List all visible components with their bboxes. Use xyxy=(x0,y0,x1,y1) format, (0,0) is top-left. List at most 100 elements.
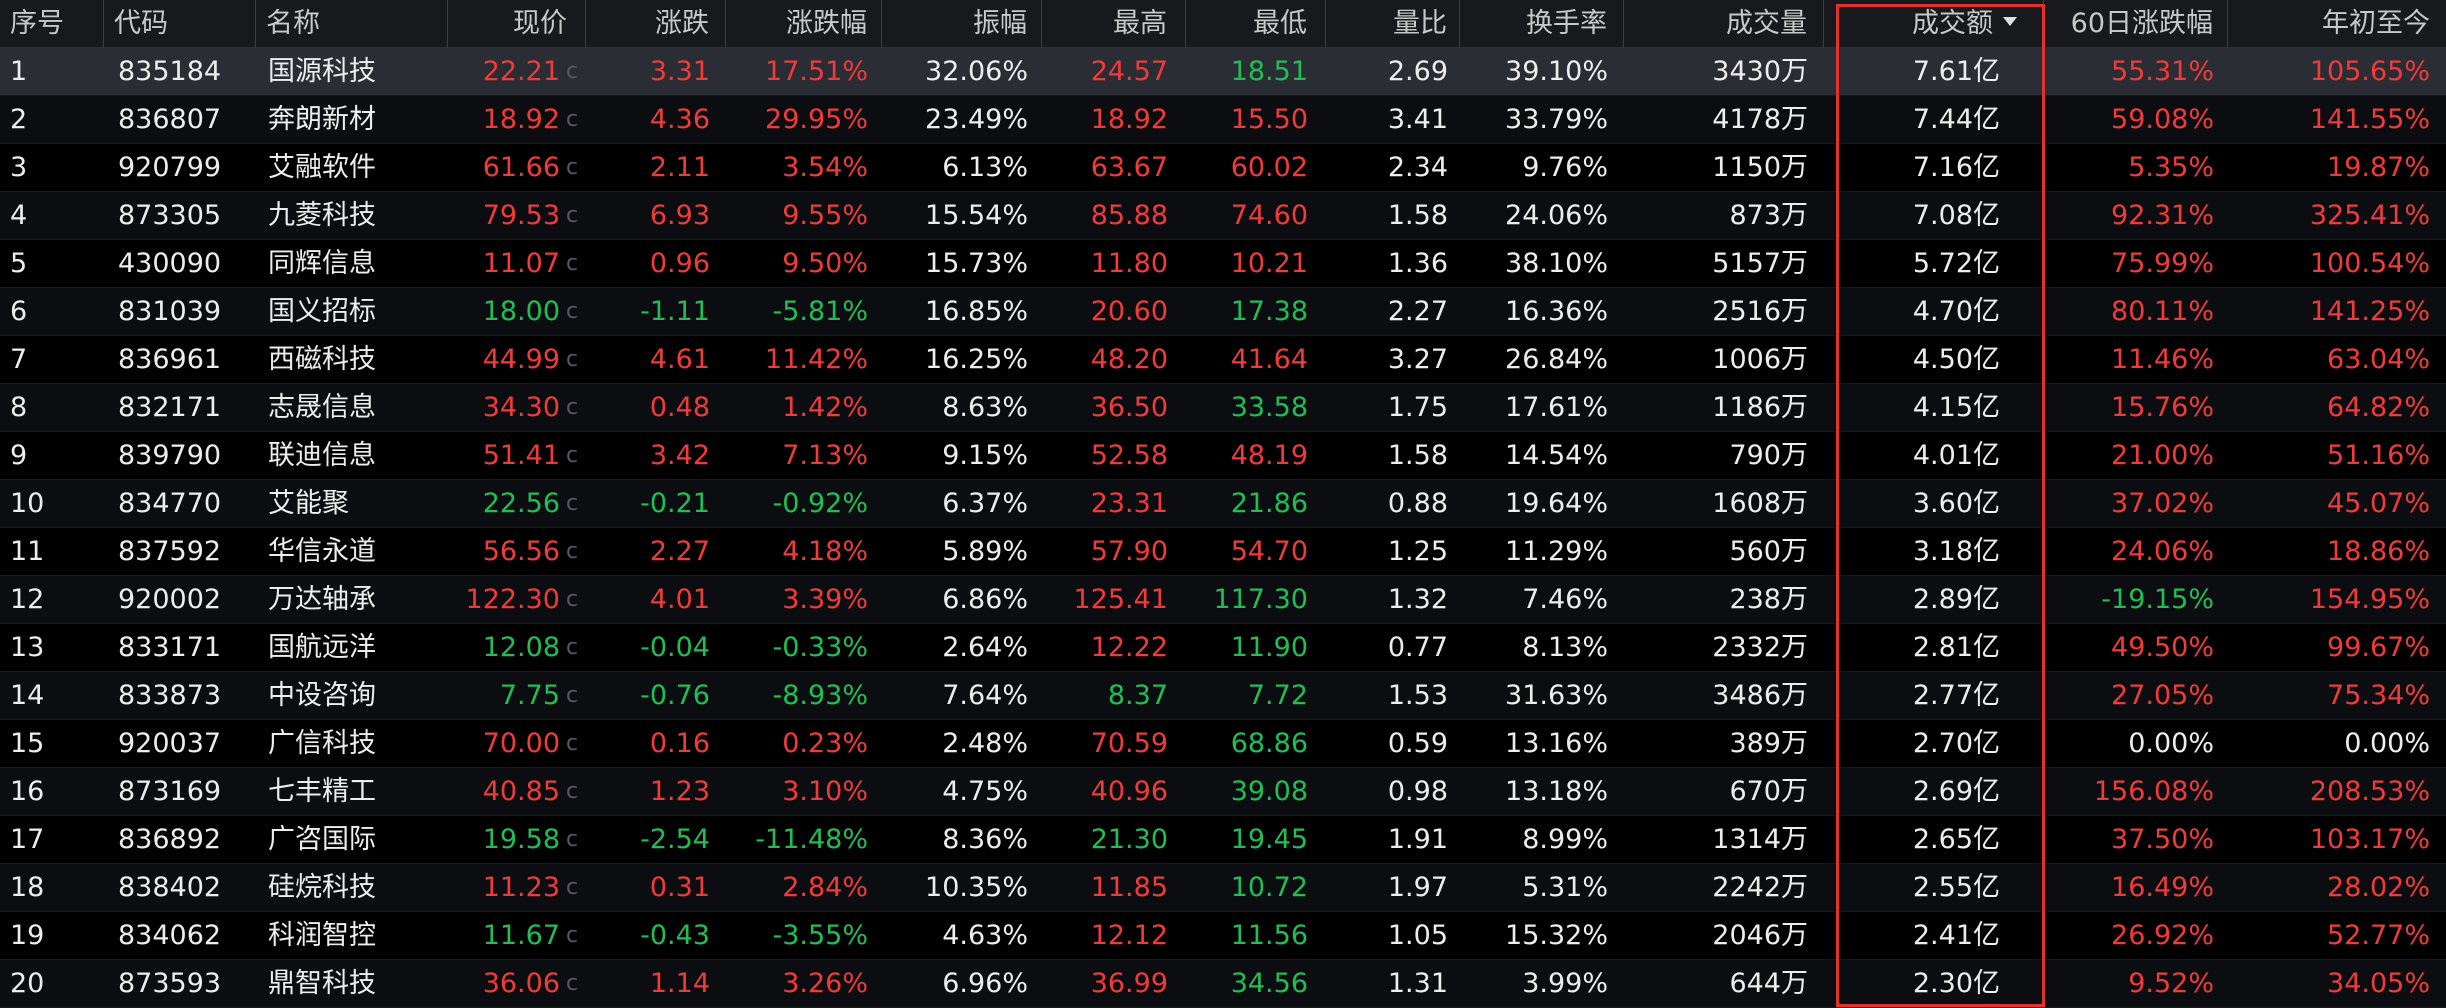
col-header-turnover-rate[interactable]: 换手率 xyxy=(1460,0,1624,48)
cell-volume: 1314万 xyxy=(1624,816,1824,864)
cell-name-value: 中设咨询 xyxy=(268,680,376,711)
col-header-name[interactable]: 名称 xyxy=(256,0,448,48)
cell-name: 联迪信息 xyxy=(256,432,448,480)
cell-ytd: 64.82% xyxy=(2228,384,2446,432)
price-c-marker: c xyxy=(566,875,579,900)
col-header-low[interactable]: 最低 xyxy=(1186,0,1326,48)
table-row[interactable]: 18 838402 硅烷科技 11.23 c 0.31 2.84% 10.35% 11.85 10… xyxy=(0,864,2446,912)
cell-amplitude: 2.48% xyxy=(882,720,1042,768)
cell-change: 1.14 xyxy=(586,960,726,1008)
table-row[interactable]: 17 836892 广咨国际 19.58 c -2.54 -11.48% 8.36% 21.30… xyxy=(0,816,2446,864)
cell-chg-60d: 15.76% xyxy=(2044,384,2228,432)
table-row[interactable]: 1 835184 国源科技 22.21 c 3.31 17.51% 32.06% 24.57 18… xyxy=(0,48,2446,96)
cell-price-value: 7.75 xyxy=(499,680,560,711)
cell-seq: 20 xyxy=(0,960,104,1008)
table-row[interactable]: 8 832171 志晟信息 34.30 c 0.48 1.42% 8.63% 36.50 33.5… xyxy=(0,384,2446,432)
table-row[interactable]: 12 920002 万达轴承 122.30 c 4.01 3.39% 6.86% 125.41 1… xyxy=(0,576,2446,624)
cell-vol-ratio: 3.41 xyxy=(1326,96,1460,144)
cell-chg-60d-value: 80.11% xyxy=(2111,296,2214,327)
cell-price: 36.06 c xyxy=(448,960,586,1008)
cell-chg-60d-value: 26.92% xyxy=(2111,920,2214,951)
cell-code: 835184 xyxy=(104,48,256,96)
cell-name-value: 同辉信息 xyxy=(268,248,376,279)
cell-ytd-value: 18.86% xyxy=(2327,536,2430,567)
table-row[interactable]: 19 834062 科润智控 11.67 c -0.43 -3.55% 4.63% 12.12 1… xyxy=(0,912,2446,960)
table-row[interactable]: 15 920037 广信科技 70.00 c 0.16 0.23% 2.48% 70.59 68.… xyxy=(0,720,2446,768)
cell-volume: 2242万 xyxy=(1624,864,1824,912)
cell-amount-value: 7.16亿 xyxy=(1912,152,2000,183)
cell-change: 0.31 xyxy=(586,864,726,912)
cell-amount-value: 7.44亿 xyxy=(1912,104,2000,135)
table-row[interactable]: 13 833171 国航远洋 12.08 c -0.04 -0.33% 2.64% 12.22 1… xyxy=(0,624,2446,672)
cell-code: 838402 xyxy=(104,864,256,912)
table-row[interactable]: 5 430090 同辉信息 11.07 c 0.96 9.50% 15.73% 11.80 10.… xyxy=(0,240,2446,288)
col-header-amplitude[interactable]: 振幅 xyxy=(882,0,1042,48)
cell-change-pct-value: 0.23% xyxy=(782,728,868,759)
table-row[interactable]: 7 836961 西磁科技 44.99 c 4.61 11.42% 16.25% 48.20 41… xyxy=(0,336,2446,384)
col-header-change[interactable]: 涨跌 xyxy=(586,0,726,48)
cell-vol-ratio-value: 0.77 xyxy=(1387,632,1448,663)
cell-vol-ratio-value: 1.05 xyxy=(1387,920,1448,951)
cell-ytd: 208.53% xyxy=(2228,768,2446,816)
cell-low-value: 15.50 xyxy=(1230,104,1308,135)
cell-code: 831039 xyxy=(104,288,256,336)
cell-vol-ratio: 1.32 xyxy=(1326,576,1460,624)
cell-change: 1.23 xyxy=(586,768,726,816)
cell-amplitude-value: 8.36% xyxy=(942,824,1028,855)
cell-turnover-rate: 24.06% xyxy=(1460,192,1624,240)
cell-change: 0.96 xyxy=(586,240,726,288)
table-row[interactable]: 9 839790 联迪信息 51.41 c 3.42 7.13% 9.15% 52.58 48.1… xyxy=(0,432,2446,480)
col-header-amount[interactable]: 成交额 xyxy=(1824,0,2044,48)
cell-low-value: 17.38 xyxy=(1230,296,1308,327)
cell-name: 鼎智科技 xyxy=(256,960,448,1008)
col-header-vol-ratio[interactable]: 量比 xyxy=(1326,0,1460,48)
table-row[interactable]: 10 834770 艾能聚 22.56 c -0.21 -0.92% 6.37% 23.31 21… xyxy=(0,480,2446,528)
cell-change-value: 4.01 xyxy=(649,584,710,615)
col-header-price[interactable]: 现价 xyxy=(448,0,586,48)
table-row[interactable]: 4 873305 九菱科技 79.53 c 6.93 9.55% 15.54% 85.88 74.… xyxy=(0,192,2446,240)
col-header-code[interactable]: 代码 xyxy=(104,0,256,48)
cell-change-pct: -3.55% xyxy=(726,912,882,960)
cell-amount-value: 2.65亿 xyxy=(1912,824,2000,855)
cell-ytd: 28.02% xyxy=(2228,864,2446,912)
cell-change-pct: 1.42% xyxy=(726,384,882,432)
table-row[interactable]: 11 837592 华信永道 56.56 c 2.27 4.18% 5.89% 57.90 54.… xyxy=(0,528,2446,576)
table-row[interactable]: 16 873169 七丰精工 40.85 c 1.23 3.10% 4.75% 40.96 39.… xyxy=(0,768,2446,816)
cell-change-pct: 11.42% xyxy=(726,336,882,384)
cell-high-value: 18.92 xyxy=(1090,104,1168,135)
col-header-change-pct[interactable]: 涨跌幅 xyxy=(726,0,882,48)
col-header-chg-60d[interactable]: 60日涨跌幅 xyxy=(2044,0,2228,48)
cell-volume-value: 1186万 xyxy=(1712,392,1808,423)
cell-high-value: 11.85 xyxy=(1090,872,1168,903)
table-row[interactable]: 2 836807 奔朗新材 18.92 c 4.36 29.95% 23.49% 18.92 15… xyxy=(0,96,2446,144)
table-row[interactable]: 20 873593 鼎智科技 36.06 c 1.14 3.26% 6.96% 36.99 34.… xyxy=(0,960,2446,1008)
cell-volume-value: 2332万 xyxy=(1712,632,1808,663)
col-header-ytd[interactable]: 年初至今 xyxy=(2228,0,2446,48)
cell-seq: 2 xyxy=(0,96,104,144)
cell-seq: 14 xyxy=(0,672,104,720)
cell-change-value: -0.21 xyxy=(640,488,710,519)
table-row[interactable]: 3 920799 艾融软件 61.66 c 2.11 3.54% 6.13% 63.67 60.0… xyxy=(0,144,2446,192)
cell-change: 4.01 xyxy=(586,576,726,624)
cell-code-value: 920037 xyxy=(118,728,222,759)
cell-name: 国航远洋 xyxy=(256,624,448,672)
cell-turnover-rate-value: 14.54% xyxy=(1505,440,1608,471)
cell-ytd-value: 99.67% xyxy=(2327,632,2430,663)
cell-change: 6.93 xyxy=(586,192,726,240)
cell-amplitude-value: 8.63% xyxy=(942,392,1028,423)
cell-amount: 7.16亿 xyxy=(1824,144,2044,192)
cell-high-value: 24.57 xyxy=(1090,56,1168,87)
table-row[interactable]: 14 833873 中设咨询 7.75 c -0.76 -8.93% 7.64% 8.37 7.7… xyxy=(0,672,2446,720)
cell-chg-60d: 26.92% xyxy=(2044,912,2228,960)
cell-ytd: 103.17% xyxy=(2228,816,2446,864)
cell-ytd: 51.16% xyxy=(2228,432,2446,480)
cell-turnover-rate: 16.36% xyxy=(1460,288,1624,336)
sort-desc-caret-icon[interactable] xyxy=(2003,17,2017,26)
col-header-seq[interactable]: 序号 xyxy=(0,0,104,48)
cell-amplitude: 7.64% xyxy=(882,672,1042,720)
col-header-high[interactable]: 最高 xyxy=(1042,0,1186,48)
cell-amplitude-value: 7.64% xyxy=(942,680,1028,711)
cell-high: 21.30 xyxy=(1042,816,1186,864)
table-row[interactable]: 6 831039 国义招标 18.00 c -1.11 -5.81% 16.85% 20.60 1… xyxy=(0,288,2446,336)
col-header-volume[interactable]: 成交量 xyxy=(1624,0,1824,48)
